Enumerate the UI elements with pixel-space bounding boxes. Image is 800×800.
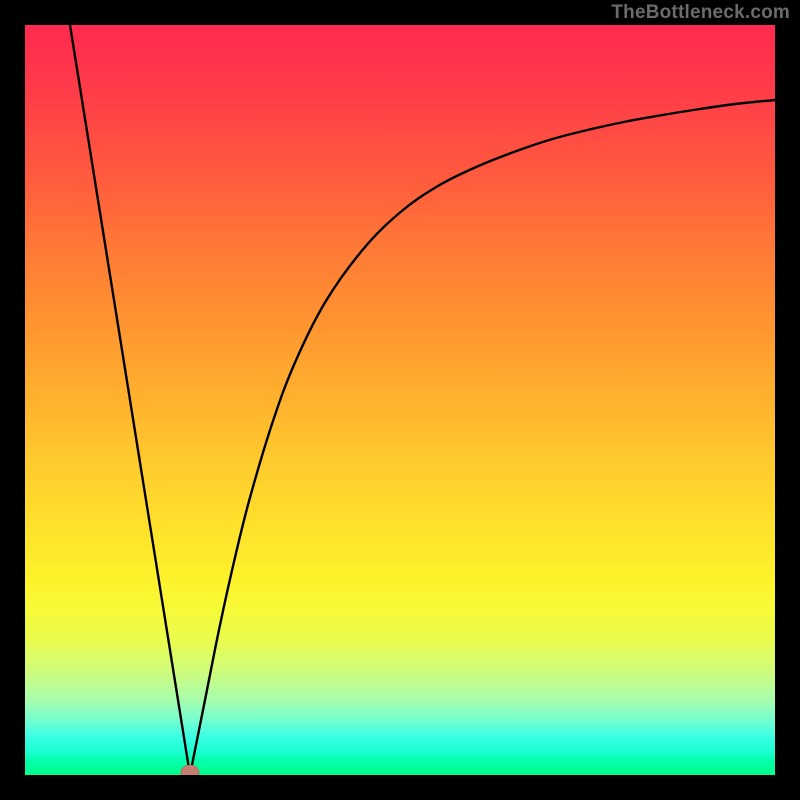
chart-svg [25, 25, 775, 775]
credit-label: TheBottleneck.com [611, 2, 790, 24]
minimum-marker-icon [181, 765, 199, 775]
bottleneck-curve [70, 25, 775, 775]
plot-area [25, 25, 775, 775]
chart-frame: TheBottleneck.com [0, 0, 800, 800]
